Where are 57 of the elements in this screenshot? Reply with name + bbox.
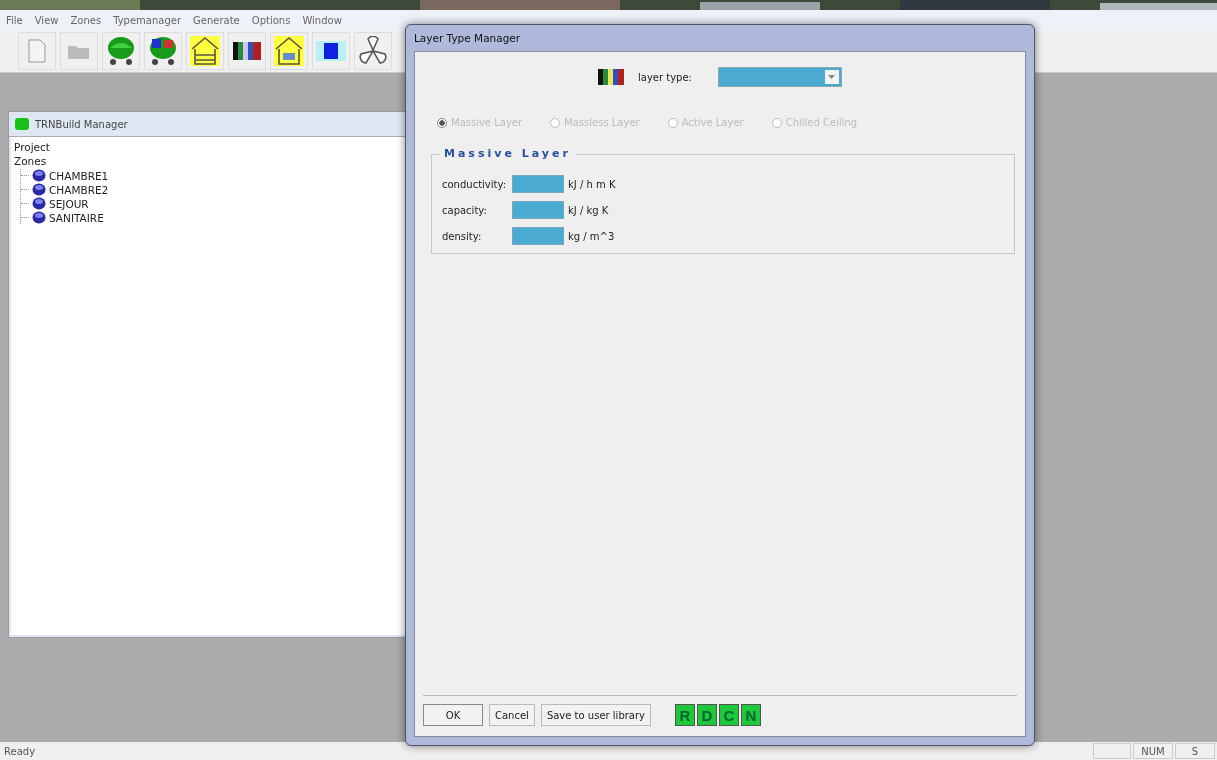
field-label: capacity: [442,204,488,216]
letter-button[interactable]: C [719,704,739,726]
unit-label: kJ / h m K [568,178,616,190]
toolbar-button[interactable] [354,32,392,70]
tree-item[interactable]: Project [14,141,50,153]
input-field[interactable] [512,201,564,219]
zone-icon [32,183,46,196]
tree-item[interactable]: CHAMBRE1 [49,169,109,182]
toolbar-button[interactable] [228,32,266,70]
document-icon [26,38,48,64]
tree-item[interactable]: SANITAIRE [49,211,104,224]
status-indicator: S [1175,743,1215,759]
status-panel [1093,743,1131,759]
unit-label: kJ / kg K [568,204,609,216]
menu-item[interactable]: File [6,14,23,26]
tree-item[interactable]: Zones [14,155,47,167]
toolbar-button[interactable] [312,32,350,70]
layer-type-dropdown[interactable] [718,67,842,87]
toolbar-button[interactable] [186,32,224,70]
group-title: Massive Layer [440,147,575,160]
window-title: TRNBuild Manager [35,118,128,130]
menu-item[interactable]: Options [251,14,291,26]
letter-button[interactable]: N [741,704,761,726]
status-text: Ready [4,745,36,757]
toolbar-button[interactable] [102,32,140,70]
unit-label: kg / m^3 [568,230,615,242]
dialog-button[interactable]: OK [423,704,483,726]
layers-icon [598,69,624,85]
dialog-button[interactable]: Cancel [489,704,535,726]
dialog-button[interactable]: Save to user library [540,704,651,726]
tree-item[interactable]: SEJOUR [49,197,89,210]
zone-icon [32,211,46,224]
layers-icon [233,42,261,60]
field-label: density: [442,230,483,242]
status-indicator: NUM [1133,743,1173,759]
house-icon [188,34,222,68]
zone-icon [32,197,46,210]
caret-icon [828,75,836,79]
app-icon [15,118,29,130]
menu-item[interactable]: Window [302,14,342,26]
zone-icon [32,169,46,182]
toolbar-button[interactable] [144,32,182,70]
house-icon [272,34,306,68]
square-icon [316,38,346,64]
input-field[interactable] [512,227,564,245]
menu-item[interactable]: View [34,14,59,26]
letter-button[interactable]: D [697,704,717,726]
menu-item[interactable]: Typemanager [113,14,182,26]
menu-item[interactable]: Generate [193,14,240,26]
menu-item[interactable]: Zones [70,14,102,26]
field-label: layer type: [638,71,692,83]
fan-icon [358,36,388,66]
letter-button[interactable]: R [675,704,695,726]
tree-item[interactable]: CHAMBRE2 [49,183,109,196]
field-label: conductivity: [442,178,507,190]
input-field[interactable] [512,175,564,193]
dialog-title: Layer Type Manager [413,31,522,46]
